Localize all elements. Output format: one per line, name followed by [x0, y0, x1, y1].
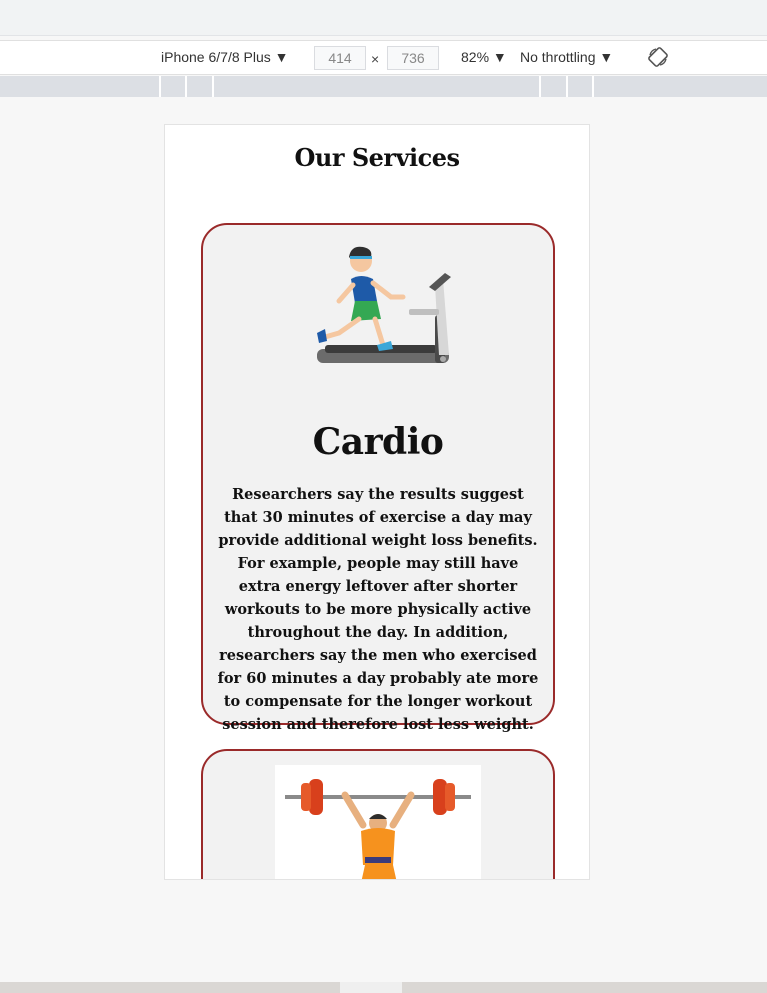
weightlifter-image	[275, 765, 481, 879]
service-card-weightlifting	[201, 749, 555, 879]
height-input[interactable]	[387, 46, 439, 70]
device-toolbar: iPhone 6/7/8 Plus ▼ × 82% ▼ No throttlin…	[0, 40, 767, 75]
section-title: Our Services	[294, 143, 460, 172]
rotate-icon[interactable]	[648, 47, 668, 67]
dimension-separator: ×	[371, 51, 380, 67]
browser-tab-bar	[0, 0, 767, 36]
media-query-ruler[interactable]	[0, 76, 767, 97]
card-title: Cardio	[312, 421, 444, 463]
width-input[interactable]	[314, 46, 366, 70]
treadmill-runner-image	[311, 245, 451, 395]
device-viewport: Our Services Cardio Researchers say the …	[164, 124, 590, 880]
zoom-select[interactable]: 82% ▼	[461, 49, 507, 65]
device-select[interactable]: iPhone 6/7/8 Plus ▼	[161, 49, 289, 65]
service-card-cardio: Cardio Researchers say the results sugge…	[201, 223, 555, 733]
taskbar-strip	[0, 982, 767, 993]
card-description: Researchers say the results suggest that…	[217, 486, 539, 733]
taskbar-tab[interactable]	[340, 982, 402, 993]
throttle-select[interactable]: No throttling ▼	[520, 49, 613, 65]
